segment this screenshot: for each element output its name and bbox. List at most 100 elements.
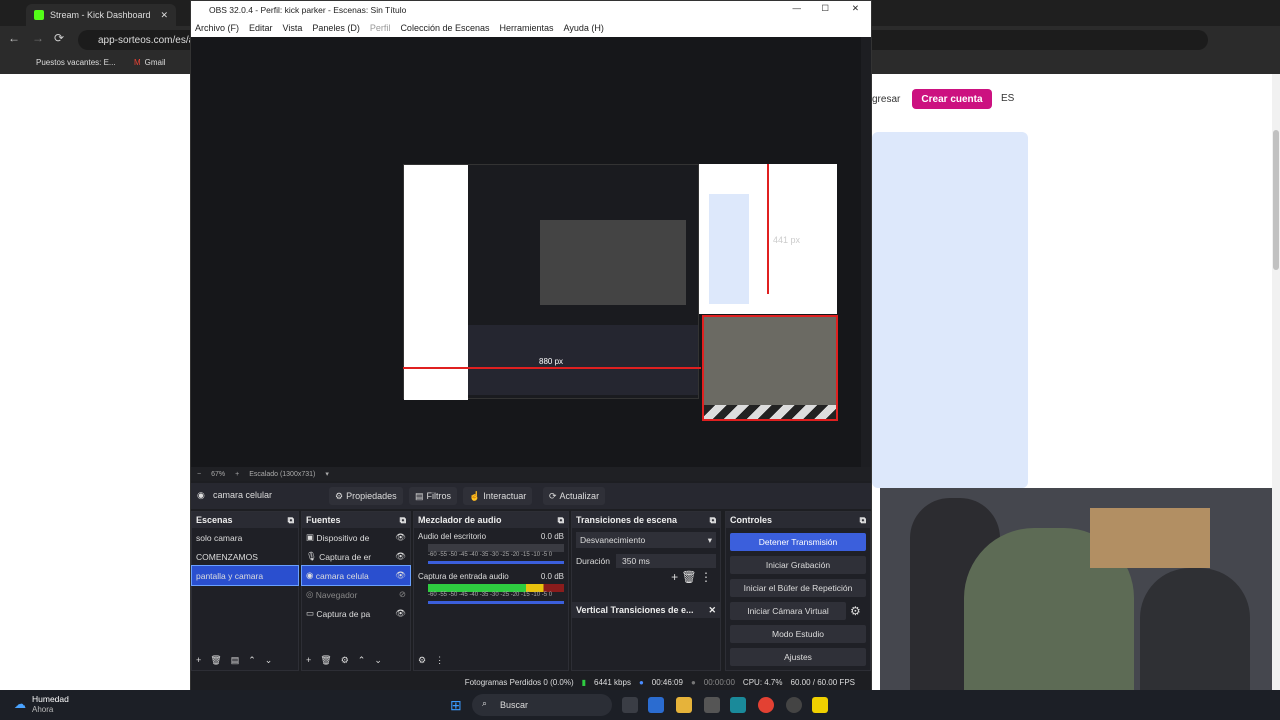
taskbar-search[interactable]: ⌕ Buscar bbox=[472, 694, 612, 716]
menu-icon[interactable]: ⋮ bbox=[700, 570, 712, 584]
replay-buffer-button[interactable]: Iniciar el Búfer de Repetición bbox=[730, 579, 866, 597]
dock-float-icon[interactable]: ⧉ bbox=[710, 515, 716, 526]
page-scrollbar[interactable] bbox=[1272, 74, 1280, 690]
bookmark-gmail[interactable]: M Gmail bbox=[134, 58, 166, 67]
dock-float-icon[interactable]: ⧉ bbox=[288, 515, 294, 526]
zoom-in-icon[interactable]: + bbox=[235, 471, 239, 478]
menu-coleccion[interactable]: Colección de Escenas bbox=[400, 23, 489, 33]
menu-perfil[interactable]: Perfil bbox=[370, 23, 391, 33]
menu-ayuda[interactable]: Ayuda (H) bbox=[564, 23, 604, 33]
kick-icon bbox=[34, 10, 44, 20]
volume-slider[interactable] bbox=[428, 561, 564, 564]
preview-canvas[interactable]: 441 px 880 px bbox=[191, 37, 861, 467]
menu-archivo[interactable]: Archivo (F) bbox=[195, 23, 239, 33]
crear-cuenta-button[interactable]: Crear cuenta bbox=[912, 89, 992, 109]
nested-preview bbox=[540, 220, 686, 305]
source-item[interactable]: 🎙 Captura de er 👁 bbox=[302, 547, 410, 566]
copilot-icon[interactable] bbox=[648, 697, 664, 713]
obs-icon[interactable] bbox=[786, 697, 802, 713]
eye-hidden-icon[interactable]: ⊘ bbox=[399, 589, 410, 600]
weather-sub: Ahora bbox=[32, 705, 54, 714]
source-item[interactable]: ▭ Captura de pa 👁 bbox=[302, 604, 410, 623]
weather-label[interactable]: Humedad bbox=[32, 694, 69, 704]
minimize-icon[interactable]: — bbox=[793, 3, 802, 13]
camera-source-selected[interactable] bbox=[702, 315, 838, 421]
dock-float-icon[interactable]: ⧉ bbox=[400, 515, 406, 526]
gear-icon[interactable]: ⚙ bbox=[341, 655, 349, 666]
up-icon[interactable]: ⌃ bbox=[248, 655, 256, 666]
scene-item[interactable]: COMENZAMOS bbox=[192, 547, 298, 566]
add-icon[interactable]: + bbox=[671, 570, 678, 584]
volume-slider[interactable] bbox=[428, 601, 564, 604]
zoom-out-icon[interactable]: − bbox=[197, 471, 201, 478]
properties-button[interactable]: ⚙ Propiedades bbox=[329, 487, 403, 505]
dock-float-icon[interactable]: ⧉ bbox=[860, 515, 866, 526]
reload-icon[interactable]: ⟳ bbox=[54, 31, 64, 45]
trash-icon[interactable]: 🗑 bbox=[320, 655, 331, 666]
menu-vista[interactable]: Vista bbox=[283, 23, 303, 33]
fps: 60.00 / 60.00 FPS bbox=[790, 677, 856, 687]
trash-icon[interactable]: 🗑 bbox=[210, 655, 221, 666]
dock-title: Fuentes bbox=[306, 515, 341, 525]
down-icon[interactable]: ⌄ bbox=[265, 655, 273, 666]
source-item[interactable]: ◎ Navegador ⊘ bbox=[302, 585, 410, 604]
forward-icon[interactable]: → bbox=[32, 31, 44, 45]
app-icon[interactable] bbox=[730, 697, 746, 713]
login-link[interactable]: gresar bbox=[872, 94, 900, 105]
studio-mode-button[interactable]: Modo Estudio bbox=[730, 625, 866, 643]
source-item[interactable]: ▣ Dispositivo de 👁 bbox=[302, 528, 410, 547]
menu-icon[interactable]: ⋮ bbox=[435, 655, 444, 666]
gear-icon[interactable]: ⚙ bbox=[850, 604, 861, 618]
maximize-icon[interactable]: ☐ bbox=[821, 3, 829, 14]
button-label: Propiedades bbox=[346, 491, 397, 501]
task-view-icon[interactable] bbox=[622, 697, 638, 713]
stop-stream-button[interactable]: Detener Transmisión bbox=[730, 533, 866, 551]
interact-button[interactable]: ☝ Interactuar bbox=[463, 487, 533, 505]
bookmark-puestos[interactable]: Puestos vacantes: E... bbox=[36, 58, 116, 67]
file-explorer-icon[interactable] bbox=[676, 697, 692, 713]
add-icon[interactable]: + bbox=[306, 655, 311, 666]
virtual-camera-button[interactable]: Iniciar Cámara Virtual bbox=[730, 602, 846, 620]
scenes-footer: + 🗑 ▤ ⌃ ⌄ bbox=[196, 655, 272, 666]
language-selector[interactable]: ES bbox=[1001, 93, 1014, 104]
camera-icon: ◉ bbox=[197, 490, 205, 500]
store-icon[interactable] bbox=[704, 697, 720, 713]
close-icon[interactable]: ✕ bbox=[708, 605, 716, 616]
tab-kick-dashboard[interactable]: Stream - Kick Dashboard ✕ bbox=[26, 4, 176, 26]
duration-input[interactable]: 350 ms bbox=[616, 554, 716, 568]
add-icon[interactable]: + bbox=[196, 655, 201, 666]
eye-icon[interactable]: 👁 bbox=[395, 532, 410, 543]
menu-herramientas[interactable]: Herramientas bbox=[500, 23, 554, 33]
scale-label: Escalado (1300x731) bbox=[249, 470, 316, 478]
eye-icon[interactable]: 👁 bbox=[395, 570, 410, 581]
eye-icon[interactable]: 👁 bbox=[395, 608, 410, 619]
chrome-icon[interactable] bbox=[758, 697, 774, 713]
settings-button[interactable]: Ajustes bbox=[730, 648, 866, 666]
back-icon[interactable]: ← bbox=[8, 31, 20, 45]
gear-icon[interactable]: ⚙ bbox=[418, 655, 426, 666]
trash-icon[interactable]: 🗑 bbox=[681, 570, 696, 584]
hand-icon: ☝ bbox=[469, 490, 481, 501]
guide-line-horizontal bbox=[403, 367, 701, 369]
notes-icon[interactable] bbox=[812, 697, 828, 713]
menu-editar[interactable]: Editar bbox=[249, 23, 273, 33]
rec-icon: ● bbox=[690, 677, 696, 687]
eye-icon[interactable]: 👁 bbox=[395, 551, 410, 562]
filters-button[interactable]: ▤ Filtros bbox=[409, 487, 458, 505]
down-icon[interactable]: ⌄ bbox=[374, 655, 382, 666]
scene-item-selected[interactable]: pantalla y camara bbox=[191, 565, 299, 586]
close-icon[interactable]: ✕ bbox=[160, 10, 168, 21]
dock-title: Vertical Transiciones de e... bbox=[576, 605, 694, 615]
chevron-down-icon[interactable]: ▾ bbox=[325, 470, 329, 478]
windows-start-icon[interactable]: ⊞ bbox=[450, 697, 462, 714]
dock-float-icon[interactable]: ⧉ bbox=[558, 515, 564, 526]
source-item-selected[interactable]: ◉ camara celula 👁 bbox=[301, 565, 411, 586]
start-recording-button[interactable]: Iniciar Grabación bbox=[730, 556, 866, 574]
up-icon[interactable]: ⌃ bbox=[358, 655, 366, 666]
filter-icon[interactable]: ▤ bbox=[231, 655, 240, 666]
scene-item[interactable]: solo camara bbox=[192, 528, 298, 547]
menu-paneles[interactable]: Paneles (D) bbox=[312, 23, 360, 33]
transition-select[interactable]: Desvanecimiento ▾ bbox=[576, 532, 716, 548]
close-icon[interactable]: ✕ bbox=[852, 3, 859, 14]
refresh-button[interactable]: ⟳ Actualizar bbox=[543, 487, 606, 505]
